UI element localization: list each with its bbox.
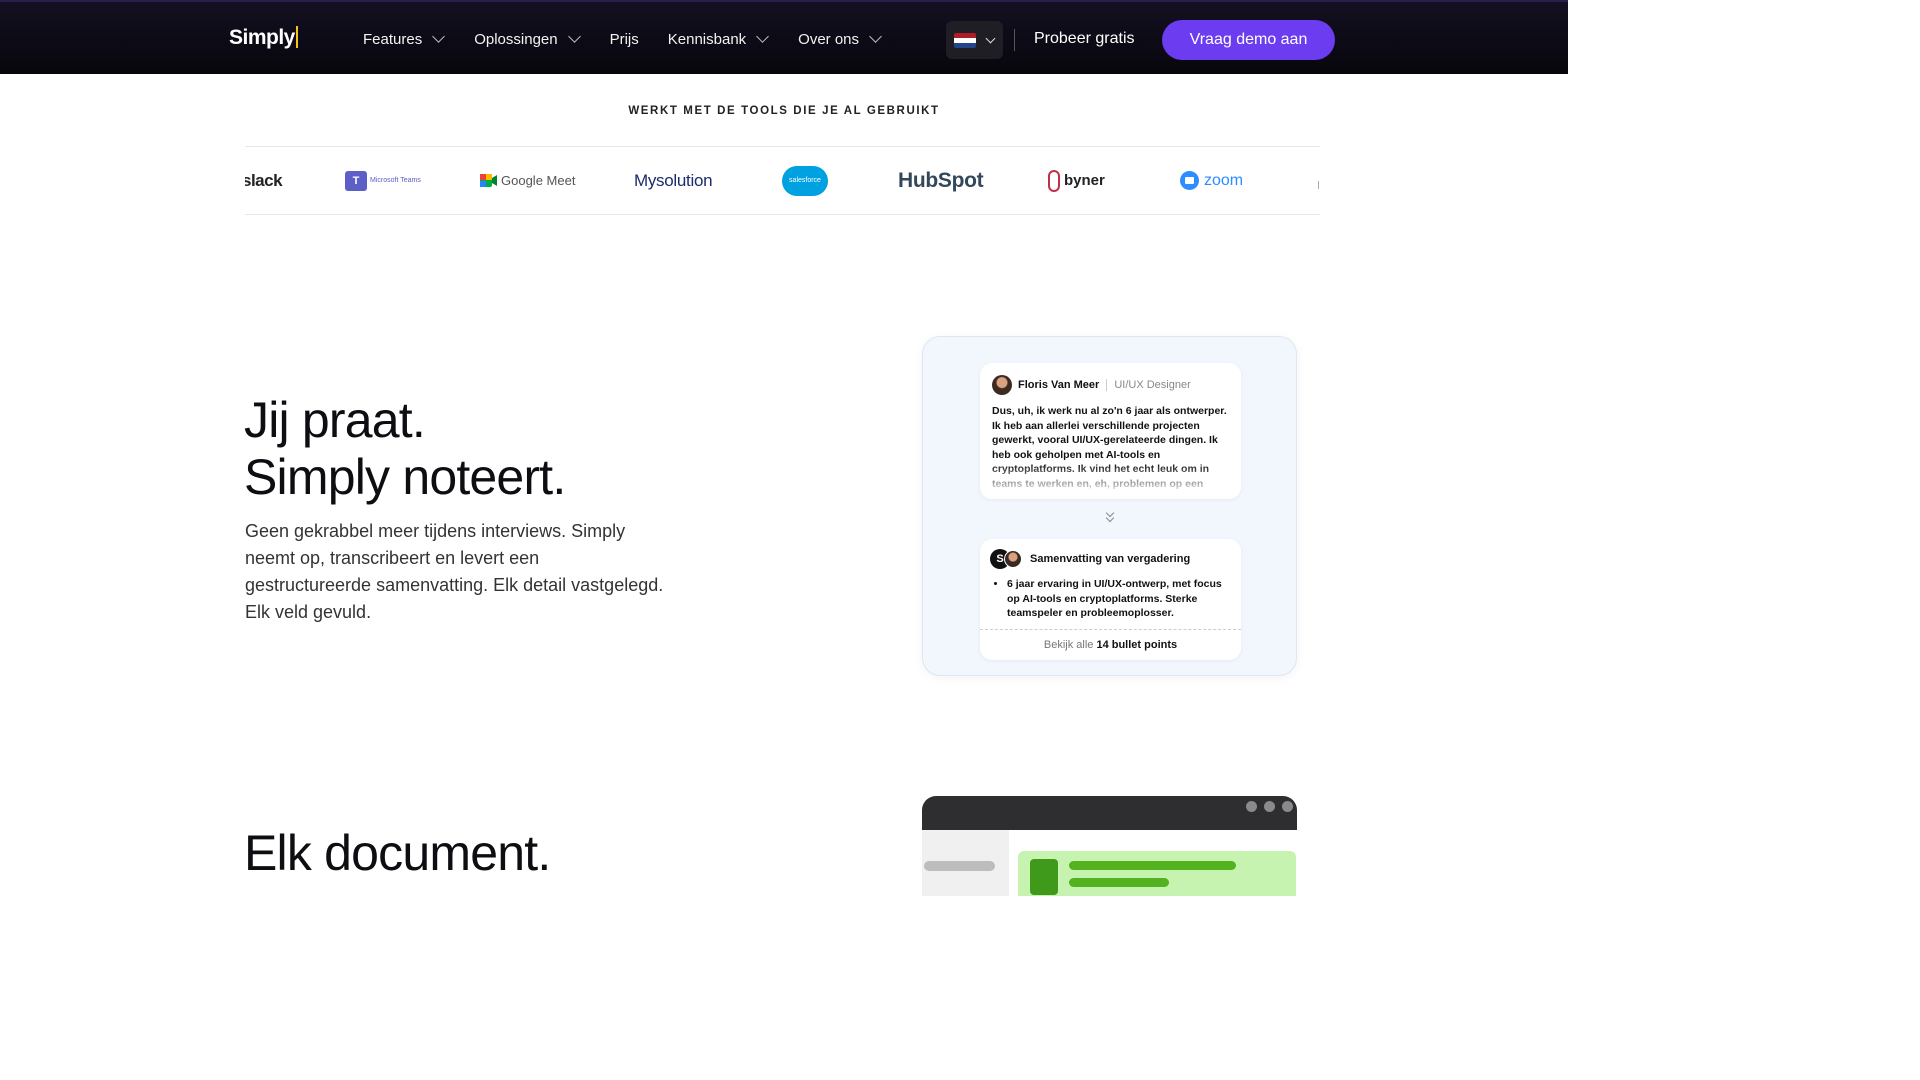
speaker-header: Floris Van Meer UI/UX Designer [992, 375, 1229, 395]
tools-heading: WERKT MET DE TOOLS DIE JE AL GEBRUIKT [628, 105, 940, 117]
footer-count: 14 bullet points [1096, 639, 1178, 651]
hero-title: Jij praat. Simply noteert. [244, 392, 566, 506]
summary-header: S Samenvatting van vergadering [980, 539, 1241, 569]
fade-overlay [980, 463, 1241, 499]
menu-item-kennisbank[interactable]: Kennisbank [667, 30, 770, 48]
document-icon [1030, 859, 1058, 895]
text-placeholder [1069, 878, 1169, 887]
salesforce-logo: salesforce [782, 147, 828, 214]
byner-icon [1048, 169, 1060, 192]
sidebar-placeholder [924, 861, 995, 871]
chevron-down-icon [432, 30, 446, 43]
divider [1106, 379, 1108, 391]
window-controls [1246, 801, 1293, 812]
hubspot-logo: HubSpot [898, 168, 984, 192]
mysolution-logo: Mysolution [634, 170, 713, 190]
nl-flag-icon [954, 32, 976, 48]
document-window-illustration [922, 796, 1297, 896]
google-meet-icon [480, 174, 497, 187]
byner-logo: byner [1048, 147, 1105, 214]
next-logo-edge [1318, 181, 1319, 189]
menu-item-oplossingen[interactable]: Oplossingen [474, 30, 581, 48]
window-content [1009, 830, 1297, 896]
menu-label: Kennisbank [667, 30, 747, 48]
summary-title: Samenvatting van vergadering [1030, 553, 1191, 565]
avatar [992, 375, 1012, 395]
chevron-down-icon [985, 33, 996, 43]
chevron-down-icon [756, 30, 770, 43]
request-demo-button[interactable]: Vraag demo aan [1162, 20, 1335, 60]
menu-item-over-ons[interactable]: Over ons [798, 30, 882, 48]
menu-item-prijs[interactable]: Prijs [610, 31, 639, 48]
menu-item-features[interactable]: Features [363, 30, 446, 48]
chevron-down-icon [567, 30, 581, 43]
tools-logo-strip: slack T Microsoft Teams Google Meet Mysol… [245, 146, 1320, 215]
menu-label: Prijs [609, 30, 639, 48]
zoom-icon [1180, 171, 1199, 190]
view-all-bullets-link[interactable]: Bekijk alle 14 bullet points [980, 629, 1241, 660]
google-meet-logo: Google Meet [480, 147, 575, 214]
slack-logo: slack [245, 170, 283, 190]
hero-title-line: Jij praat. [244, 392, 426, 448]
window-dot-icon [1282, 801, 1293, 812]
nav-divider [1014, 29, 1015, 51]
menu-label: Over ons [798, 30, 860, 48]
logo-cursor [295, 26, 298, 48]
text-placeholder [1069, 861, 1236, 870]
menu-label: Features [363, 30, 423, 48]
hero-title-line: Simply noteert. [244, 449, 566, 505]
double-chevron-down-icon [1104, 508, 1118, 524]
menu-label: Oplossingen [474, 30, 558, 48]
window-dot-icon [1246, 801, 1257, 812]
summary-bubble: S Samenvatting van vergadering 6 jaar er… [980, 539, 1241, 660]
zoom-logo: zoom [1180, 147, 1243, 214]
try-free-link[interactable]: Probeer gratis [1034, 30, 1135, 48]
transcript-bubble: Floris Van Meer UI/UX Designer Dus, uh, … [980, 363, 1241, 499]
main-menu: Features Oplossingen Prijs Kennisbank Ov… [363, 2, 882, 76]
language-selector[interactable] [946, 21, 1003, 59]
microsoft-teams-logo: T Microsoft Teams [345, 147, 421, 214]
transcript-summary-card: Floris Van Meer UI/UX Designer Dus, uh, … [922, 336, 1297, 676]
summary-bullet: 6 jaar ervaring in UI/UX-ontwerp, met fo… [1007, 577, 1227, 621]
teams-icon: T [345, 170, 367, 191]
avatar [1004, 550, 1022, 568]
speaker-name: Floris Van Meer [1018, 379, 1100, 391]
simply-logo[interactable]: Simply [229, 26, 298, 50]
window-sidebar [922, 830, 1009, 896]
top-navigation: Simply Features Oplossingen Prijs Kennis… [0, 0, 1568, 74]
footer-prefix: Bekijk alle [1043, 639, 1094, 651]
salesforce-cloud-icon: salesforce [782, 165, 828, 196]
speaker-role: UI/UX Designer [1114, 379, 1191, 391]
hero-description: Geen gekrabbel meer tijdens interviews. … [245, 521, 664, 622]
document-card [1018, 851, 1296, 896]
section-title: Elk document. [244, 825, 551, 881]
summary-bullets: 6 jaar ervaring in UI/UX-ontwerp, met fo… [1007, 577, 1227, 621]
chevron-down-icon [869, 30, 882, 43]
window-dot-icon [1264, 801, 1275, 812]
